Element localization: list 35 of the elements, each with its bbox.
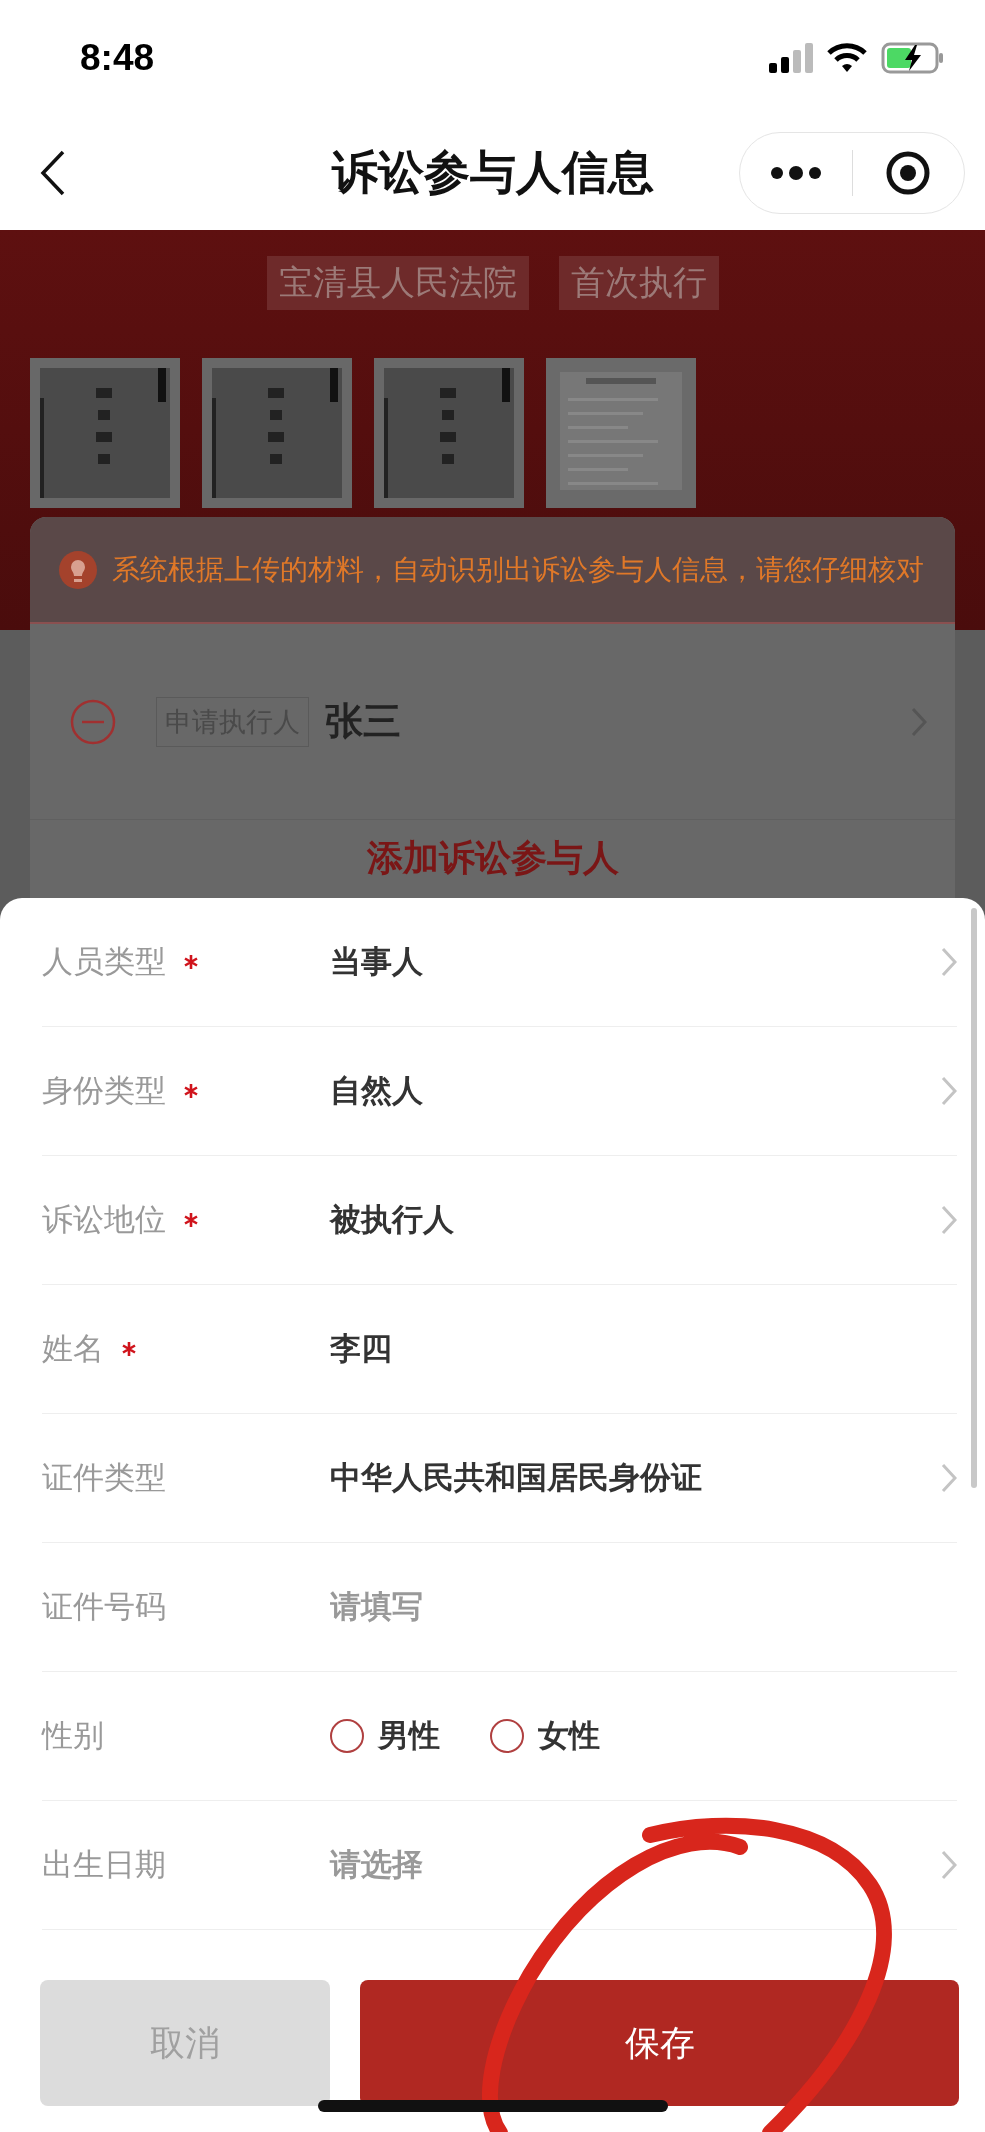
tag: 首次执行 [558, 256, 719, 310]
chevron-icon [941, 1463, 957, 1493]
status-time: 8:48 [80, 36, 155, 79]
close-icon [885, 149, 932, 196]
radio-option[interactable]: 男性 [330, 1715, 440, 1757]
field-value[interactable]: 被执行人 [330, 1199, 941, 1241]
input-field[interactable]: 请填写 [330, 1589, 957, 1625]
chevron-icon [941, 1205, 957, 1235]
field-label: 身份类型 [42, 1072, 166, 1110]
lightbulb-icon [58, 549, 98, 590]
radio-option[interactable]: 女性 [490, 1715, 600, 1757]
field-label: 性别 [42, 1717, 104, 1755]
field-label: 出生日期 [42, 1846, 166, 1884]
field-value[interactable]: 中华人民共和国居民身份证 [330, 1457, 941, 1499]
battery-icon [881, 41, 945, 74]
page-title: 诉讼参与人信息 [330, 144, 655, 200]
field-value[interactable]: 当事人 [330, 941, 941, 983]
notice-text: 系统根据上传的材料，自动识别出诉讼参与人信息，请您仔细核对 [112, 552, 924, 587]
chevron-icon [941, 1850, 957, 1880]
tag: 宝清县人民法院 [266, 256, 529, 310]
field-label: 人员类型 [42, 943, 166, 981]
more-icon [769, 165, 822, 180]
chevron-icon [941, 947, 957, 977]
field-label: 姓名 [42, 1330, 104, 1368]
signal-icon [769, 42, 813, 73]
save-button[interactable]: 保存 [360, 1980, 959, 2106]
chevron-icon [941, 1076, 957, 1106]
input-field[interactable]: 李四 [330, 1331, 957, 1367]
field-label: 证件号码 [42, 1588, 166, 1626]
field-label: 诉讼地位 [42, 1201, 166, 1239]
back-button[interactable] [40, 149, 66, 196]
field-value[interactable]: 自然人 [330, 1070, 941, 1112]
field-label: 证件类型 [42, 1459, 166, 1497]
participant-name: 张三 [325, 699, 401, 744]
wifi-icon [827, 42, 867, 73]
